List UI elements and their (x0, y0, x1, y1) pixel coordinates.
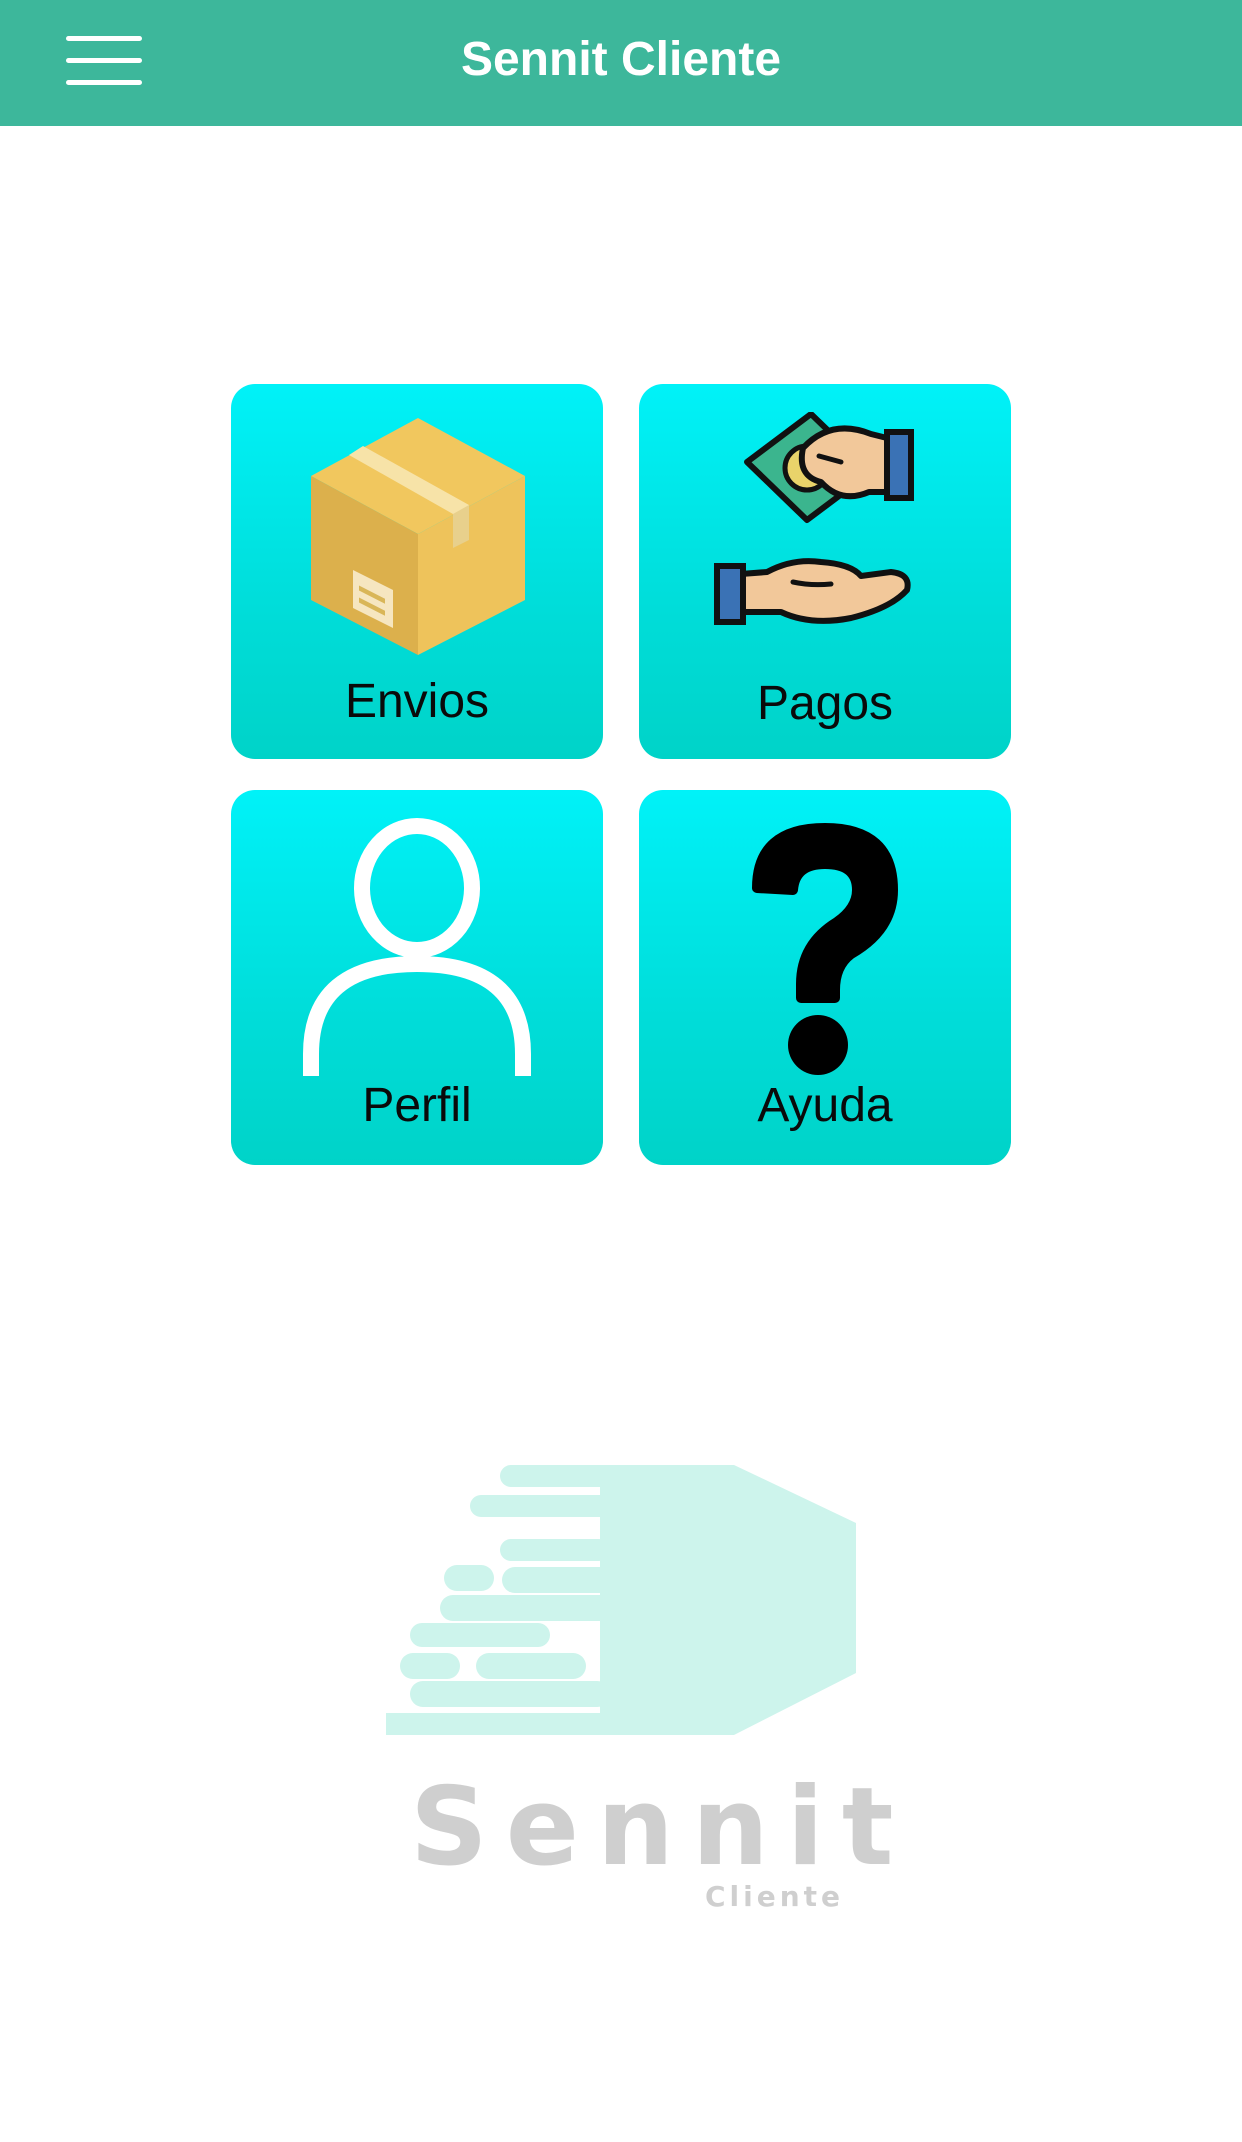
package-box-icon (311, 418, 525, 655)
hamburger-menu-icon[interactable] (58, 28, 148, 92)
logo-wordmark: Sennit (410, 1765, 912, 1890)
sennit-logo-mark (386, 1465, 856, 1735)
ayuda-button[interactable]: Ayuda (639, 790, 1011, 1165)
ayuda-label: Ayuda (757, 1079, 893, 1132)
pagos-label: Pagos (756, 677, 894, 730)
app-header: Sennit Cliente (0, 0, 1242, 126)
sennit-logo: Sennit Cliente (380, 1455, 912, 1915)
envios-label: Envios (344, 675, 490, 728)
pagos-button[interactable]: Pagos (639, 384, 1011, 759)
money-exchange-hands-icon (714, 412, 914, 625)
user-profile-icon (303, 818, 531, 1076)
question-mark-icon (752, 823, 898, 1075)
envios-button[interactable]: Envios (231, 384, 603, 759)
perfil-button[interactable]: Perfil (231, 790, 603, 1165)
perfil-label: Perfil (362, 1079, 472, 1132)
logo-subtitle: Cliente (705, 1880, 845, 1913)
app-title: Sennit Cliente (460, 33, 782, 86)
